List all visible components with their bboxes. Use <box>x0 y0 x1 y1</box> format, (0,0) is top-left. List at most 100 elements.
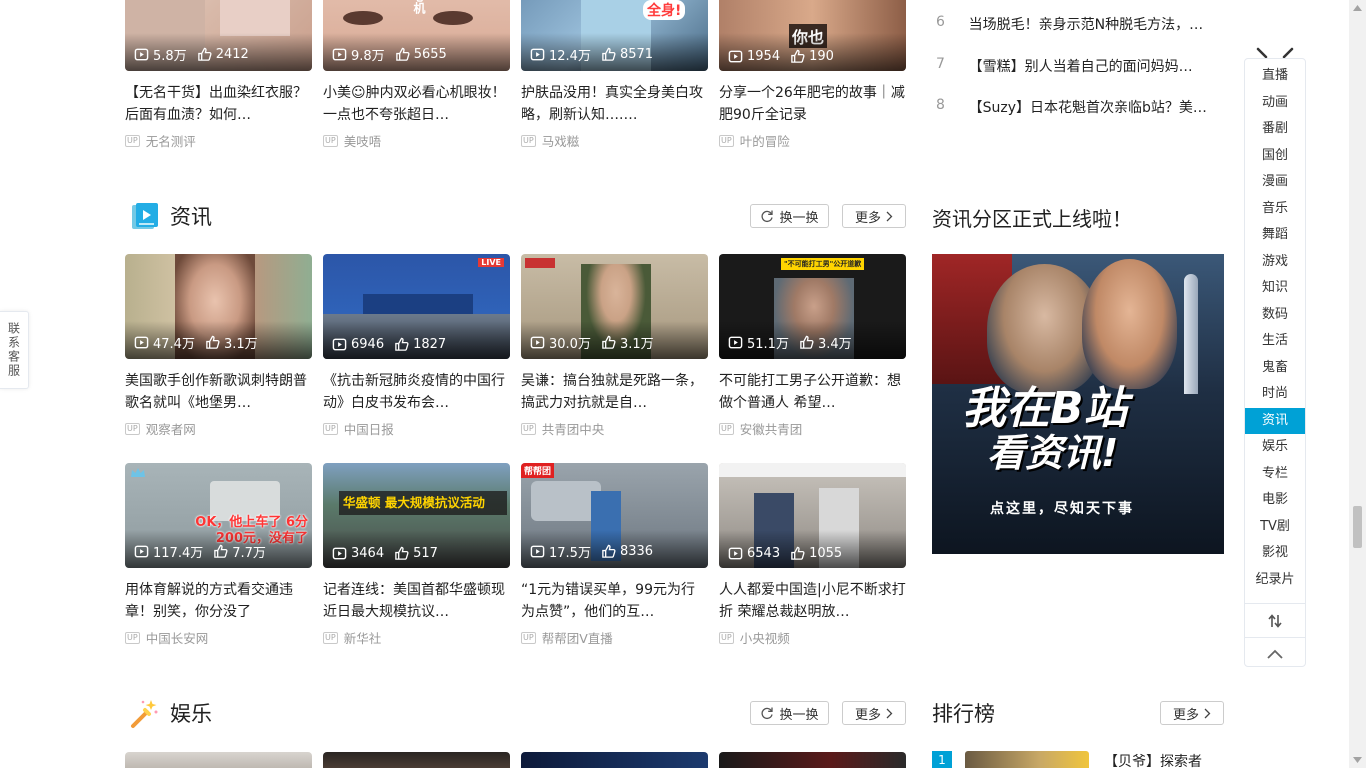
up-badge-icon: UP <box>125 631 140 644</box>
sidebar-item[interactable]: 生活 <box>1245 328 1305 355</box>
uploader[interactable]: UP 新华社 <box>323 628 510 647</box>
uploader[interactable]: UP 共青团中央 <box>521 419 708 438</box>
sidebar-item[interactable]: TV剧 <box>1245 514 1305 541</box>
video-title[interactable]: 分享一个26年肥宅的故事｜减肥90斤全记录 <box>719 82 906 126</box>
view-count: 6543 <box>747 546 781 561</box>
news-refresh-button[interactable]: 换一换 <box>750 204 829 228</box>
up-badge-icon: UP <box>323 422 338 435</box>
uploader[interactable]: UP 美吱唔 <box>323 131 510 150</box>
video-title[interactable]: 小美☺肿内双必看心机眼妆！一点也不夸张超日… <box>323 82 510 126</box>
video-thumbnail[interactable]: 帮帮团 17.5万 8336 <box>521 463 708 568</box>
video-thumbnail[interactable]: 双心机 9.8万 5655 <box>323 0 510 71</box>
top-card-3[interactable]: 全身! 12.4万 8571 护肤品没用！真实全身美白攻略，刷新认知….… UP… <box>521 0 708 150</box>
rank-item[interactable]: 6 当场脱毛！亲身示范N种脱毛方法，… <box>932 14 1224 34</box>
sidebar-item[interactable]: 音乐 <box>1245 196 1305 223</box>
uploader[interactable]: UP 中国日报 <box>323 419 510 438</box>
uploader[interactable]: UP 无名测评 <box>125 131 312 150</box>
sidebar-item[interactable]: 国创 <box>1245 143 1305 170</box>
news-card[interactable]: 华盛顿 最大规模抗议活动 3464 517 记者连线：美国首都华盛顿现近日最大规… <box>323 463 510 647</box>
like-count: 1827 <box>413 337 447 352</box>
ent-video-thumbnail[interactable] <box>521 752 708 768</box>
ent-refresh-button[interactable]: 换一换 <box>750 701 829 725</box>
news-card[interactable]: OK，他上车了 6分200元，没有了 117.4万 7.7万 用体育解说的方式看… <box>125 463 312 647</box>
video-thumbnail[interactable]: 华盛顿 最大规模抗议活动 3464 517 <box>323 463 510 568</box>
page-scrollbar[interactable] <box>1349 0 1366 768</box>
uploader[interactable]: UP 小央视频 <box>719 628 906 647</box>
sidebar-item[interactable]: 娱乐 <box>1245 434 1305 461</box>
news-card[interactable]: LIVE 6946 1827 《抗击新冠肺炎疫情的中国行动》白皮书发布会… UP… <box>323 254 510 438</box>
uploader[interactable]: UP 帮帮团V直播 <box>521 628 708 647</box>
sidebar-item[interactable]: 专栏 <box>1245 461 1305 488</box>
sort-toggle-button[interactable] <box>1245 603 1305 637</box>
ent-video-thumbnail[interactable] <box>125 752 312 768</box>
sidebar-item[interactable]: 时尚 <box>1245 381 1305 408</box>
sidebar-item[interactable]: 资讯 <box>1245 407 1305 434</box>
sidebar-item[interactable]: 知识 <box>1245 275 1305 302</box>
scroll-down-arrow-icon[interactable] <box>1353 757 1362 763</box>
sidebar-item[interactable]: 番剧 <box>1245 116 1305 143</box>
video-thumbnail[interactable]: 47.4万 3.1万 <box>125 254 312 359</box>
sidebar-item[interactable]: 舞蹈 <box>1245 222 1305 249</box>
video-title[interactable]: 人人都爱中国造|小尼不断求打折 荣耀总裁赵明放… <box>719 579 906 623</box>
scrollbar-thumb[interactable] <box>1353 506 1362 548</box>
news-card[interactable]: 30.0万 3.1万 吴谦：搞台独就是死路一条，搞武力对抗就是自… UP 共青团中… <box>521 254 708 438</box>
video-title[interactable]: 【无名干货】出血染红衣服？后面有血渍？如何… <box>125 82 312 126</box>
uploader-name: 共青团中央 <box>541 422 605 437</box>
sidebar-item[interactable]: 直播 <box>1245 63 1305 90</box>
sidebar-item[interactable]: 动画 <box>1245 90 1305 117</box>
top-card-4[interactable]: 你也 1954 190 分享一个26年肥宅的故事｜减肥90斤全记录 UP 叶的冒险 <box>719 0 906 150</box>
sidebar-item[interactable]: 数码 <box>1245 302 1305 329</box>
video-title[interactable]: 《抗击新冠肺炎疫情的中国行动》白皮书发布会… <box>323 370 510 414</box>
sidebar-item[interactable]: 鬼畜 <box>1245 355 1305 382</box>
top-card-2[interactable]: 双心机 9.8万 5655 小美☺肿内双必看心机眼妆！一点也不夸张超日… UP 美… <box>323 0 510 150</box>
news-more-button[interactable]: 更多 <box>842 204 906 228</box>
sidebar-item[interactable]: 影视 <box>1245 540 1305 567</box>
sidebar-item-list: 直播 动画 番剧 国创 漫画 音乐 舞蹈 游戏 知识 数码 生活 鬼畜 时尚 资讯 娱乐 专栏 电影 TV剧 影视纪… <box>1245 63 1305 593</box>
sidebar-item[interactable]: 纪录片 <box>1245 567 1305 594</box>
video-thumbnail[interactable]: LIVE 6946 1827 <box>323 254 510 359</box>
video-title[interactable]: 记者连线：美国首都华盛顿现近日最大规模抗议… <box>323 579 510 623</box>
video-thumbnail[interactable]: OK，他上车了 6分200元，没有了 117.4万 7.7万 <box>125 463 312 568</box>
news-section-header: 资讯 <box>129 200 212 232</box>
news-card[interactable]: "不可能打工男"公开道歉 51.1万 3.4万 不可能打工男子公开道歉：想做个普… <box>719 254 906 438</box>
video-thumbnail[interactable]: 5.8万 2412 <box>125 0 312 71</box>
uploader[interactable]: UP 马戏糍 <box>521 131 708 150</box>
sidebar-item[interactable]: 电影 <box>1245 487 1305 514</box>
ent-video-thumbnail[interactable] <box>323 752 510 768</box>
contact-support-button[interactable]: 联系客服 <box>0 311 29 389</box>
back-to-top-button[interactable] <box>1245 637 1305 671</box>
uploader[interactable]: UP 观察者网 <box>125 419 312 438</box>
video-title[interactable]: “1元为错误买单，99元为行为点赞”，他们的互… <box>521 579 708 623</box>
view-count: 17.5万 <box>549 546 591 561</box>
video-title[interactable]: 不可能打工男子公开道歉：想做个普通人 希望… <box>719 370 906 414</box>
ent-video-thumbnail[interactable] <box>719 752 906 768</box>
video-thumbnail[interactable]: "不可能打工男"公开道歉 51.1万 3.4万 <box>719 254 906 359</box>
uploader[interactable]: UP 叶的冒险 <box>719 131 906 150</box>
video-thumbnail[interactable]: 你也 1954 190 <box>719 0 906 71</box>
rank-item[interactable]: 8 【Suzy】日本花魁首次亲临b站？美… <box>932 97 1224 117</box>
view-count: 47.4万 <box>153 337 195 352</box>
top-card-1[interactable]: 5.8万 2412 【无名干货】出血染红衣服？后面有血渍？如何… UP 无名测评 <box>125 0 312 150</box>
rank-more-button[interactable]: 更多 <box>1160 701 1224 725</box>
news-promo-banner[interactable]: 我在B站 看资讯! 点这里，尽知天下事 <box>932 254 1224 554</box>
scroll-up-arrow-icon[interactable] <box>1353 5 1362 11</box>
ent-more-button[interactable]: 更多 <box>842 701 906 725</box>
video-thumbnail[interactable]: 全身! 12.4万 8571 <box>521 0 708 71</box>
video-title[interactable]: 护肤品没用！真实全身美白攻略，刷新认知….… <box>521 82 708 126</box>
uploader[interactable]: UP 中国长安网 <box>125 628 312 647</box>
news-card[interactable]: 帮帮团 17.5万 8336 “1元为错误买单，99元为行为点赞”，他们的互… … <box>521 463 708 647</box>
thumbnail-caption: "不可能打工男"公开道歉 <box>781 258 865 270</box>
sidebar-item[interactable]: 游戏 <box>1245 249 1305 276</box>
video-thumbnail[interactable]: 6543 1055 <box>719 463 906 568</box>
video-title[interactable]: 用体育解说的方式看交通违章！别笑，你分没了 <box>125 579 312 623</box>
crown-icon <box>131 468 145 477</box>
video-title[interactable]: 美国歌手创作新歌讽刺特朗普 歌名就叫《地堡男… <box>125 370 312 414</box>
sidebar-item[interactable]: 漫画 <box>1245 169 1305 196</box>
news-card[interactable]: 47.4万 3.1万 美国歌手创作新歌讽刺特朗普 歌名就叫《地堡男… UP 观察者… <box>125 254 312 438</box>
video-thumbnail[interactable]: 30.0万 3.1万 <box>521 254 708 359</box>
news-card[interactable]: 6543 1055 人人都爱中国造|小尼不断求打折 荣耀总裁赵明放… UP 小央视… <box>719 463 906 647</box>
rank-item[interactable]: 7 【雪糕】别人当着自己的面问妈妈… <box>932 56 1224 76</box>
rank-first-item[interactable]: 1 【贝爷】探索者 <box>932 751 1224 770</box>
video-title[interactable]: 吴谦：搞台独就是死路一条，搞武力对抗就是自… <box>521 370 708 414</box>
uploader[interactable]: UP 安徽共青团 <box>719 419 906 438</box>
